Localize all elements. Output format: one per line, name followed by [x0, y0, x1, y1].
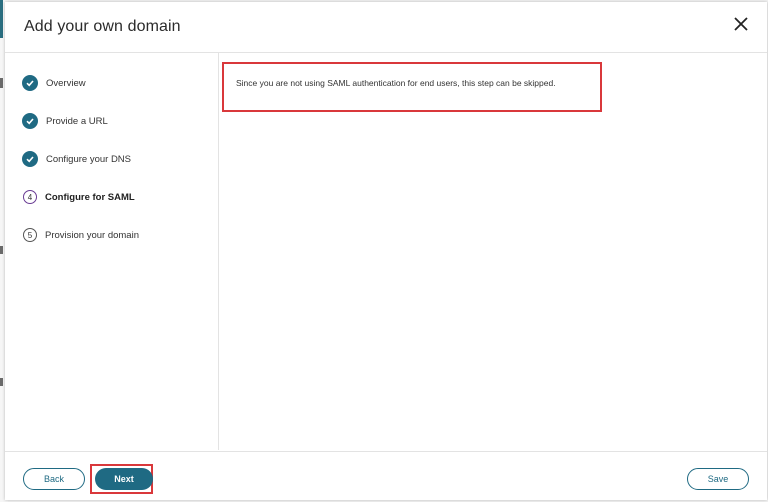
- dialog-footer: Back Next Save: [5, 451, 767, 501]
- next-button[interactable]: Next: [95, 468, 153, 490]
- add-domain-dialog: Add your own domain Overview Provide a U: [5, 2, 767, 500]
- step-number-badge: 5: [23, 228, 37, 242]
- close-icon: [734, 17, 748, 31]
- dialog-title: Add your own domain: [24, 18, 181, 35]
- page: Add your own domain Overview Provide a U: [0, 0, 768, 502]
- step-provision-domain[interactable]: 5 Provision your domain: [22, 226, 139, 244]
- background-fragment: [0, 78, 3, 88]
- background-fragment: [0, 246, 3, 254]
- step-label: Provision your domain: [45, 229, 139, 241]
- wizard-steps: Overview Provide a URL Configure your DN…: [5, 53, 219, 450]
- save-button[interactable]: Save: [687, 468, 749, 490]
- step-label: Overview: [46, 77, 86, 89]
- step-provide-url[interactable]: Provide a URL: [22, 112, 108, 130]
- check-circle-icon: [22, 151, 38, 167]
- check-circle-icon: [22, 75, 38, 91]
- step-label: Configure your DNS: [46, 153, 132, 165]
- step-overview[interactable]: Overview: [22, 74, 86, 92]
- dialog-header: Add your own domain: [5, 2, 767, 53]
- step-content: Since you are not using SAML authenticat…: [219, 53, 767, 450]
- step-label: Configure for SAML: [45, 191, 135, 203]
- back-button[interactable]: Back: [23, 468, 85, 490]
- check-circle-icon: [22, 113, 38, 129]
- skip-notice-highlight: Since you are not using SAML authenticat…: [222, 62, 602, 112]
- skip-notice-text: Since you are not using SAML authenticat…: [236, 78, 556, 88]
- step-configure-saml[interactable]: 4 Configure for SAML: [22, 188, 135, 206]
- step-number-badge: 4: [23, 190, 37, 204]
- step-configure-dns[interactable]: Configure your DNS: [22, 150, 131, 168]
- background-fragment: [0, 378, 3, 386]
- close-button[interactable]: [731, 14, 751, 34]
- background-fragment: [0, 0, 3, 38]
- step-label: Provide a URL: [46, 115, 108, 127]
